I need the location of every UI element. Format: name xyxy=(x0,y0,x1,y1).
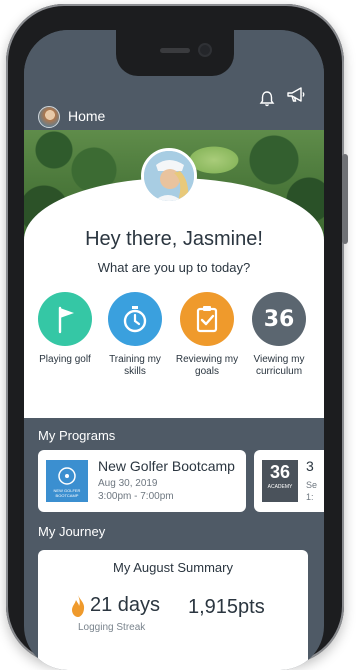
program-date: Se xyxy=(306,480,318,490)
golf-flag-icon xyxy=(38,292,92,346)
greeting-heading: Hey there, Jasmine! xyxy=(85,228,263,250)
clipboard-check-icon xyxy=(180,292,234,346)
bell-icon[interactable] xyxy=(258,90,276,108)
user-avatar[interactable] xyxy=(141,148,197,204)
program-card[interactable]: 36 ACADEMY 3 Se 1: xyxy=(254,450,324,512)
my-programs-heading: My Programs xyxy=(38,428,116,443)
program-time: 1: xyxy=(306,492,314,502)
action-reviewing-goals[interactable]: Reviewing my goals xyxy=(172,292,242,378)
action-training-skills[interactable]: Training my skills xyxy=(100,292,170,378)
academy-logo: 36 ACADEMY xyxy=(262,460,298,502)
program-time: 3:00pm - 7:00pm xyxy=(98,491,174,502)
summary-title: My August Summary xyxy=(113,560,233,575)
action-label: Viewing my curriculum xyxy=(253,354,305,377)
app-screen: Home Hey there, Jasmine! What are you up… xyxy=(24,30,324,670)
academy-logo-number: 36 xyxy=(269,462,291,482)
program-card[interactable]: NEW GOLFER BOOTCAMP New Golfer Bootcamp … xyxy=(38,450,246,512)
page-title: Home xyxy=(68,108,106,124)
program-name: New Golfer Bootcamp xyxy=(98,458,235,474)
program-name: 3 xyxy=(306,458,314,474)
action-playing-golf[interactable]: Playing golf xyxy=(30,292,100,366)
megaphone-icon[interactable] xyxy=(286,86,306,104)
my-journey-heading: My Journey xyxy=(38,524,106,539)
action-viewing-curriculum[interactable]: 36 Viewing my curriculum xyxy=(244,292,314,378)
stopwatch-icon xyxy=(108,292,162,346)
phone-frame: Home Hey there, Jasmine! What are you up… xyxy=(6,4,348,670)
front-camera xyxy=(200,45,210,55)
speaker-grille xyxy=(160,48,190,53)
action-label: Training my skills xyxy=(109,354,161,377)
bootcamp-logo: NEW GOLFER BOOTCAMP xyxy=(46,460,88,502)
profile-avatar[interactable] xyxy=(38,106,60,128)
action-label: Playing golf xyxy=(39,354,91,365)
action-label: Reviewing my goals xyxy=(175,354,239,377)
flame-icon xyxy=(72,595,85,617)
greeting-subtitle: What are you up to today? xyxy=(97,260,251,275)
phone-side-button xyxy=(342,154,348,244)
streak-value: 21 days xyxy=(90,594,161,616)
user-photo-icon xyxy=(144,151,194,201)
academy-logo-label: ACADEMY xyxy=(267,484,293,490)
streak-label: Logging Streak xyxy=(78,622,146,633)
program-date: Aug 30, 2019 xyxy=(98,478,158,489)
phone-notch xyxy=(116,30,234,76)
academy-36-icon: 36 xyxy=(252,292,306,346)
bootcamp-badge-text: NEW GOLFER BOOTCAMP xyxy=(53,488,81,498)
academy-36-glyph: 36 xyxy=(263,306,295,332)
summary-card[interactable]: My August Summary 21 days Logging Streak… xyxy=(38,550,308,670)
points-value: 1,915pts xyxy=(188,596,265,618)
